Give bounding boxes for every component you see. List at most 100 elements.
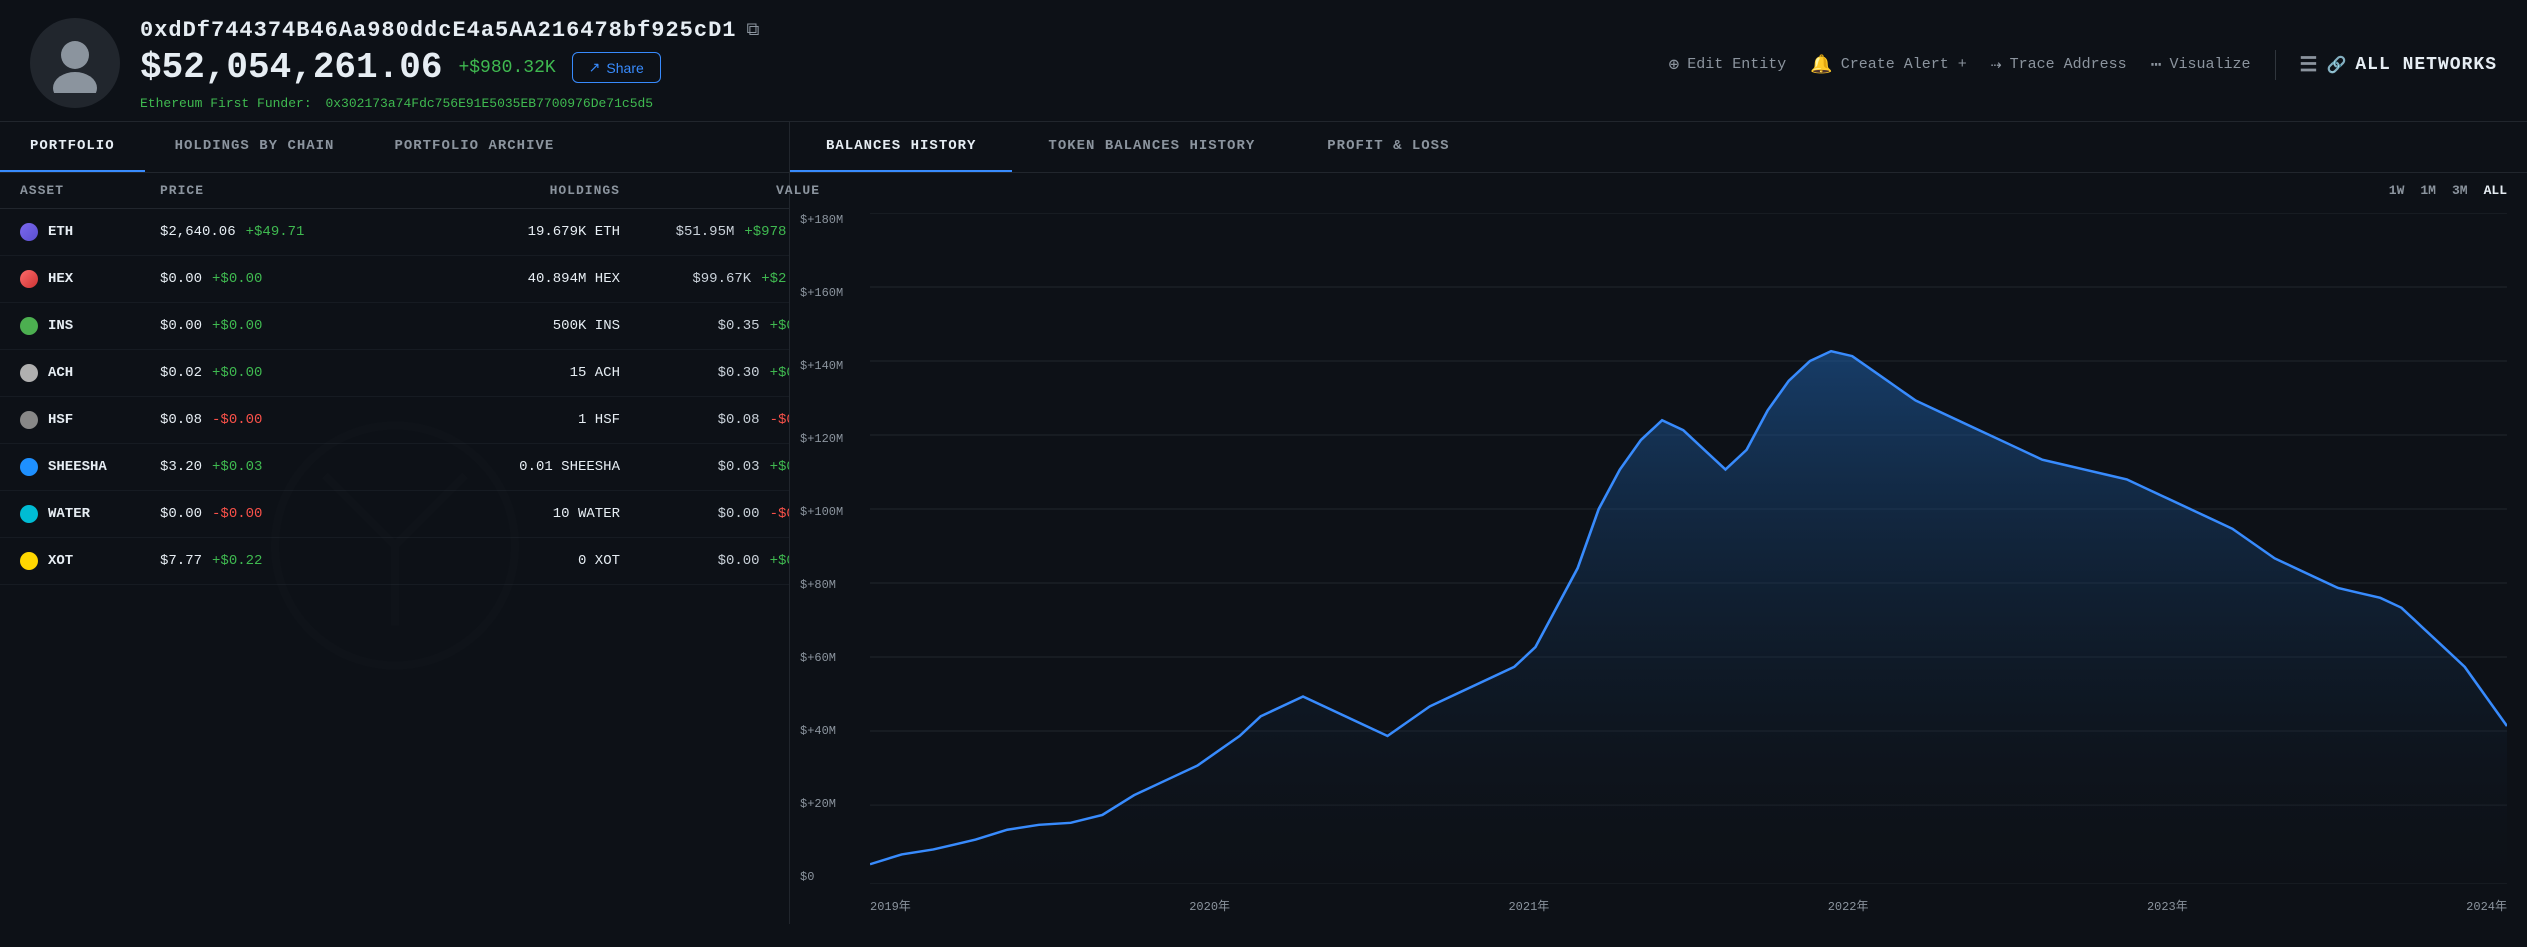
hsf-icon xyxy=(20,411,38,429)
col-asset: ASSET xyxy=(20,183,160,198)
top-header: 0xdDf744374B46Aa980ddcE4a5AA216478bf925c… xyxy=(0,0,2527,122)
chart-svg-wrapper xyxy=(870,213,2507,884)
eth-price: $2,640.06 +$49.71 xyxy=(160,224,380,240)
edit-entity-button[interactable]: ⊕ Edit Entity xyxy=(1668,54,1786,76)
ins-price: $0.00 +$0.00 xyxy=(160,318,380,334)
tab-portfolio[interactable]: PORTFOLIO xyxy=(0,122,145,172)
eth-value: $51.95M +$978.26K xyxy=(620,224,789,240)
xot-value: $0.00 +$0.00 xyxy=(620,553,789,569)
link-icon: 🔗 xyxy=(2326,55,2347,75)
y-axis-labels: $+180M $+160M $+140M $+120M $+100M $+80M… xyxy=(800,213,843,884)
asset-hsf: HSF xyxy=(20,411,160,429)
hex-value: $99.67K +$2.06K xyxy=(620,271,789,287)
water-icon xyxy=(20,505,38,523)
sheesha-value: $0.03 +$0.00 xyxy=(620,459,789,475)
share-button[interactable]: ↗ Share xyxy=(572,52,661,83)
tab-holdings-by-chain[interactable]: HOLDINGS BY CHAIN xyxy=(145,122,365,172)
asset-ach: ACH xyxy=(20,364,160,382)
asset-eth: ETH xyxy=(20,223,160,241)
xot-holdings: 0 XOT xyxy=(380,553,620,569)
network-badge[interactable]: ☰ 🔗 ALL NETWORKS xyxy=(2300,52,2497,78)
table-row: HSF $0.08 -$0.00 1 HSF $0.08 -$0.00 xyxy=(0,397,789,444)
main-content: PORTFOLIO HOLDINGS BY CHAIN PORTFOLIO AR… xyxy=(0,122,2527,924)
hsf-price: $0.08 -$0.00 xyxy=(160,412,380,428)
hsf-value: $0.08 -$0.00 xyxy=(620,412,789,428)
table-header: ASSET PRICE HOLDINGS VALUE xyxy=(0,173,789,209)
table-row: ACH $0.02 +$0.00 15 ACH $0.30 +$0.00 xyxy=(0,350,789,397)
chart-tabs: BALANCES HISTORY TOKEN BALANCES HISTORY … xyxy=(790,122,2527,173)
balance-row: $52,054,261.06 +$980.32K ↗ Share xyxy=(140,47,759,88)
xot-price: $7.77 +$0.22 xyxy=(160,553,380,569)
chart-svg xyxy=(870,213,2507,884)
visualize-icon: ⋯ xyxy=(2151,54,2162,76)
balance-amount: $52,054,261.06 xyxy=(140,47,442,88)
water-holdings: 10 WATER xyxy=(380,506,620,522)
tab-token-balances-history[interactable]: TOKEN BALANCES HISTORY xyxy=(1012,122,1291,172)
sheesha-icon xyxy=(20,458,38,476)
chart-area: 1W 1M 3M ALL $+180M $+160M $+140M $+120M… xyxy=(790,173,2527,924)
share-icon: ↗ xyxy=(589,59,601,76)
asset-ins: INS xyxy=(20,317,160,335)
x-axis-labels: 2019年 2020年 2021年 2022年 2023年 2024年 xyxy=(870,897,2507,914)
table-row: WATER $0.00 -$0.00 10 WATER $0.00 -$0.00 xyxy=(0,491,789,538)
create-alert-button[interactable]: 🔔 Create Alert + xyxy=(1810,54,1966,76)
sheesha-price: $3.20 +$0.03 xyxy=(160,459,380,475)
eth-holdings: 19.679K ETH xyxy=(380,224,620,240)
col-price: PRICE xyxy=(160,183,380,198)
balance-change: +$980.32K xyxy=(458,58,555,78)
ach-price: $0.02 +$0.00 xyxy=(160,365,380,381)
table-body: ETH $2,640.06 +$49.71 19.679K ETH $51.95… xyxy=(0,209,789,924)
xot-icon xyxy=(20,552,38,570)
filter-all[interactable]: ALL xyxy=(2484,183,2507,198)
table-row: XOT $7.77 +$0.22 0 XOT $0.00 +$0.00 xyxy=(0,538,789,585)
ach-holdings: 15 ACH xyxy=(380,365,620,381)
asset-sheesha: SHEESHA xyxy=(20,458,160,476)
eth-icon xyxy=(20,223,38,241)
filter-1m[interactable]: 1M xyxy=(2420,183,2436,198)
left-panel: PORTFOLIO HOLDINGS BY CHAIN PORTFOLIO AR… xyxy=(0,122,790,924)
tab-profit-loss[interactable]: PROFIT & LOSS xyxy=(1291,122,1485,172)
trace-icon: ⇢ xyxy=(1991,54,2002,76)
filter-icon: ☰ xyxy=(2300,52,2319,78)
divider xyxy=(2275,50,2276,80)
table-row: INS $0.00 +$0.00 500K INS $0.35 +$0.03 xyxy=(0,303,789,350)
col-holdings: HOLDINGS xyxy=(380,183,620,198)
hsf-holdings: 1 HSF xyxy=(380,412,620,428)
sheesha-holdings: 0.01 SHEESHA xyxy=(380,459,620,475)
wallet-address: 0xdDf744374B46Aa980ddcE4a5AA216478bf925c… xyxy=(140,18,737,43)
address-row: 0xdDf744374B46Aa980ddcE4a5AA216478bf925c… xyxy=(140,18,759,43)
visualize-button[interactable]: ⋯ Visualize xyxy=(2151,54,2251,76)
copy-icon[interactable]: ⧉ xyxy=(747,20,760,41)
ins-value: $0.35 +$0.03 xyxy=(620,318,789,334)
time-filters: 1W 1M 3M ALL xyxy=(2389,183,2507,198)
edit-icon: ⊕ xyxy=(1668,54,1679,76)
table-row: SHEESHA $3.20 +$0.03 0.01 SHEESHA $0.03 … xyxy=(0,444,789,491)
filter-3m[interactable]: 3M xyxy=(2452,183,2468,198)
address-info: 0xdDf744374B46Aa980ddcE4a5AA216478bf925c… xyxy=(140,18,759,111)
ach-icon xyxy=(20,364,38,382)
tab-portfolio-archive[interactable]: PORTFOLIO ARCHIVE xyxy=(364,122,584,172)
portfolio-tabs: PORTFOLIO HOLDINGS BY CHAIN PORTFOLIO AR… xyxy=(0,122,789,173)
asset-water: WATER xyxy=(20,505,160,523)
trace-address-button[interactable]: ⇢ Trace Address xyxy=(1991,54,2127,76)
hex-icon xyxy=(20,270,38,288)
right-header: ⊕ Edit Entity 🔔 Create Alert + ⇢ Trace A… xyxy=(1668,50,2497,80)
funder-row: Ethereum First Funder: 0x302173a74Fdc756… xyxy=(140,96,759,111)
avatar xyxy=(30,18,120,108)
asset-xot: XOT xyxy=(20,552,160,570)
water-price: $0.00 -$0.00 xyxy=(160,506,380,522)
tab-balances-history[interactable]: BALANCES HISTORY xyxy=(790,122,1012,172)
table-row: ETH $2,640.06 +$49.71 19.679K ETH $51.95… xyxy=(0,209,789,256)
ach-value: $0.30 +$0.00 xyxy=(620,365,789,381)
ins-holdings: 500K INS xyxy=(380,318,620,334)
hex-price: $0.00 +$0.00 xyxy=(160,271,380,287)
asset-hex: HEX xyxy=(20,270,160,288)
water-value: $0.00 -$0.00 xyxy=(620,506,789,522)
filter-1w[interactable]: 1W xyxy=(2389,183,2405,198)
hex-holdings: 40.894M HEX xyxy=(380,271,620,287)
alert-icon: 🔔 xyxy=(1810,54,1832,76)
right-panel: BALANCES HISTORY TOKEN BALANCES HISTORY … xyxy=(790,122,2527,924)
left-header: 0xdDf744374B46Aa980ddcE4a5AA216478bf925c… xyxy=(30,18,759,111)
table-row: HEX $0.00 +$0.00 40.894M HEX $99.67K +$2… xyxy=(0,256,789,303)
ins-icon xyxy=(20,317,38,335)
